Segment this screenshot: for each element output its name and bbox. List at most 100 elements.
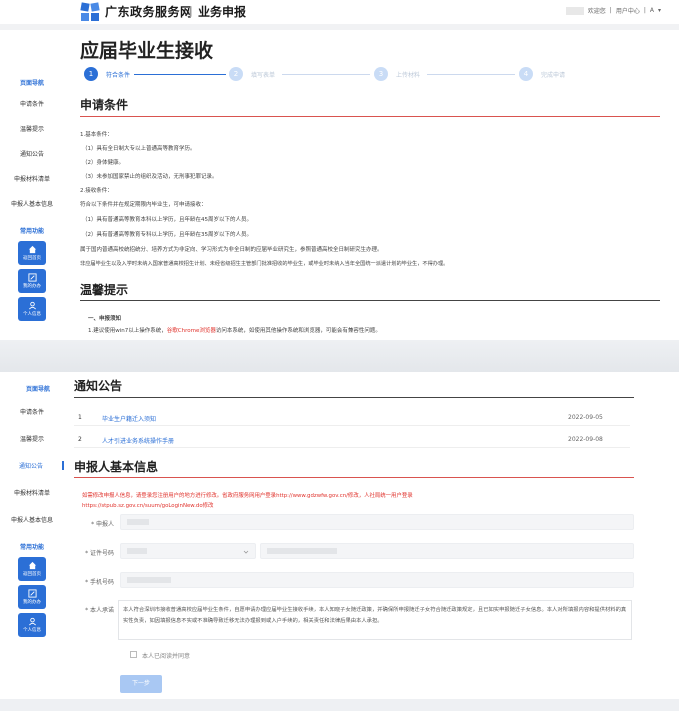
page-title: 应届毕业生接收 xyxy=(80,40,214,62)
step-1-label: 符合条件 xyxy=(106,72,131,79)
pledge-label: * 本人承诺 xyxy=(85,607,114,614)
sidebar-bottom: 页面导航 申请条件 温馨提示 通知公告 申报材料清单 申报人基本信息 常用功能 … xyxy=(0,384,64,637)
applicant-rule xyxy=(74,477,634,478)
tips-subtitle: 一、申报须知 xyxy=(88,316,122,322)
condition-line: （1）具有全日制大专以上普通高等教育学历。 xyxy=(82,146,196,152)
user-menu-icon[interactable]: A xyxy=(650,7,654,14)
profile-button[interactable]: 个人信息 xyxy=(18,297,46,321)
agree-label: 本人已阅读并同意 xyxy=(142,653,191,660)
home-button-label: 返回首页 xyxy=(23,256,41,261)
pledge-textarea[interactable]: 本人符合深圳市接收普通高校应届毕业生条件，自愿申请办理应届毕业生接收手续，本人知… xyxy=(118,600,632,640)
id-number-field[interactable] xyxy=(260,543,634,559)
home-button[interactable]: 返回首页 xyxy=(18,557,46,581)
step-1-circle: 1 xyxy=(84,67,98,81)
sidebar-item-notices[interactable]: 通知公告 xyxy=(0,149,64,158)
my-tasks-button[interactable]: 我的办办 xyxy=(18,269,46,293)
condition-line: 符合以下条件并在规定期限内毕业生，可申请接收： xyxy=(80,202,207,208)
user-area: 欢迎您 | 用户中心 | A ▾ xyxy=(565,6,661,15)
condition-line: 非应届毕业生以及入学时未纳入国家普通高校招生计划、未经省级招生主管部门批准招收的… xyxy=(80,261,449,267)
sidebar-item-materials[interactable]: 申报材料清单 xyxy=(0,488,64,497)
condition-line: （2）具有普通高等教育专科以上学历，且年龄在35周岁以下的人员。 xyxy=(82,232,253,238)
redacted-value xyxy=(127,577,171,583)
redacted-value xyxy=(267,548,337,554)
header-band xyxy=(0,24,679,30)
user-center-link[interactable]: 用户中心 xyxy=(616,6,640,15)
sidebar-item-tips[interactable]: 温馨提示 xyxy=(0,434,64,443)
header-divider-small: | xyxy=(643,7,646,14)
progress-steps: 1 符合条件 2 填写表单 3 上传材料 4 完成申请 xyxy=(84,67,660,83)
applicant-name-field[interactable] xyxy=(120,514,634,530)
sidebar-item-conditions[interactable]: 申请条件 xyxy=(0,407,64,416)
my-tasks-label: 我的办办 xyxy=(23,284,41,289)
notice-title-link[interactable]: 毕业生户籍迁入须知 xyxy=(102,414,156,423)
logo-icon xyxy=(80,2,100,21)
tools-title: 常用功能 xyxy=(19,228,44,235)
id-type-select[interactable] xyxy=(120,543,256,559)
notices-rule xyxy=(74,397,634,398)
sidebar-title: 页面导航 xyxy=(19,80,44,87)
home-icon xyxy=(28,561,36,570)
edit-warning: 如需修改申报人信息，请登录您注册用户的地方进行修改。省政府服务网用户登录http… xyxy=(82,493,413,499)
condition-line: 属于国内普通高校统招统分、培养方式为非定向、学习形式为非全日制的应届毕业研究生，… xyxy=(80,247,383,253)
notice-row[interactable]: 2 人才引进业务系统操作手册 2022-09-08 xyxy=(74,432,630,448)
chevron-down-icon[interactable]: ▾ xyxy=(658,7,661,14)
tips-line-post: 访问本系统，如使用其他操作系统和浏览器，可能会有兼容性问题。 xyxy=(215,328,381,334)
welcome-text: 欢迎您 xyxy=(587,8,606,15)
home-icon xyxy=(28,245,36,254)
tips-line-browser: 谷歌Chrome浏览器 xyxy=(166,328,216,334)
sidebar-item-materials[interactable]: 申报材料清单 xyxy=(0,174,64,183)
header-divider-small: | xyxy=(609,7,612,14)
notice-title-link[interactable]: 人才引进业务系统操作手册 xyxy=(102,436,174,445)
step-4-circle: 4 xyxy=(519,67,533,81)
notice-number: 2 xyxy=(78,436,82,443)
my-tasks-label: 我的办办 xyxy=(23,600,41,605)
sidebar-top: 页面导航 申请条件 温馨提示 通知公告 申报材料清单 申报人基本信息 常用功能 … xyxy=(0,78,64,321)
step-connector xyxy=(134,74,226,75)
tips-title: 温馨提示 xyxy=(80,283,129,297)
condition-line: （1）具有普通高等教育本科以上学历，且年龄在45周岁以下的人员。 xyxy=(82,217,253,223)
edit-icon xyxy=(27,273,37,282)
step-connector xyxy=(282,74,370,75)
site-name[interactable]: 广东政务服务网 xyxy=(105,3,193,20)
user-name-redacted xyxy=(565,6,584,15)
top-header: 广东政务服务网 业务申报 欢迎您 | 用户中心 | A ▾ xyxy=(0,0,679,24)
tips-line: 1.建议使用win7以上操作系统，谷歌Chrome浏览器访问本系统，如使用其他操… xyxy=(88,326,381,334)
tips-line-pre: 1.建议使用win7以上操作系统， xyxy=(88,328,167,334)
applicant-title: 申报人基本信息 xyxy=(74,460,159,474)
header-divider xyxy=(190,6,191,18)
step-4-label: 完成申请 xyxy=(541,72,566,79)
profile-label: 个人信息 xyxy=(23,312,41,317)
condition-line: （3）未参加国家禁止的组织及活动，无刑事犯罪记录。 xyxy=(82,174,218,180)
my-tasks-button[interactable]: 我的办办 xyxy=(18,585,46,609)
phone-field[interactable] xyxy=(120,572,634,588)
notice-date: 2022-09-05 xyxy=(568,414,603,421)
sidebar-item-applicant[interactable]: 申报人基本信息 xyxy=(0,199,64,208)
sidebar-item-applicant[interactable]: 申报人基本信息 xyxy=(0,515,64,524)
page: 广东政务服务网 业务申报 欢迎您 | 用户中心 | A ▾ 页面导航 申请条件 … xyxy=(0,0,679,711)
site-subtitle: 业务申报 xyxy=(198,5,247,19)
id-number-label: * 证件号码 xyxy=(85,550,114,557)
home-button-label: 返回首页 xyxy=(23,572,41,577)
section-divider-band xyxy=(0,340,679,372)
step-3-circle: 3 xyxy=(374,67,388,81)
user-icon xyxy=(28,301,36,310)
next-step-button[interactable]: 下一步 xyxy=(120,675,162,693)
step-3-label: 上传材料 xyxy=(396,72,421,79)
notice-row[interactable]: 1 毕业生户籍迁入须知 2022-09-05 xyxy=(74,410,630,426)
agree-checkbox[interactable] xyxy=(130,651,137,658)
home-button[interactable]: 返回首页 xyxy=(18,241,46,265)
sidebar-item-conditions[interactable]: 申请条件 xyxy=(0,99,64,108)
phone-label: * 手机号码 xyxy=(85,579,114,586)
conditions-rule xyxy=(80,116,660,117)
step-connector xyxy=(427,74,515,75)
tips-rule xyxy=(80,300,660,301)
sidebar-item-tips[interactable]: 温馨提示 xyxy=(0,124,64,133)
conditions-title: 申请条件 xyxy=(80,98,129,112)
edit-icon xyxy=(27,589,37,598)
sidebar-item-notices[interactable]: 通知公告 xyxy=(0,461,64,470)
step-2-label: 填写表单 xyxy=(251,72,276,79)
applicant-name-label: * 申报人 xyxy=(91,521,114,528)
footer-band xyxy=(0,699,679,711)
notices-title: 通知公告 xyxy=(74,379,123,393)
profile-button[interactable]: 个人信息 xyxy=(18,613,46,637)
